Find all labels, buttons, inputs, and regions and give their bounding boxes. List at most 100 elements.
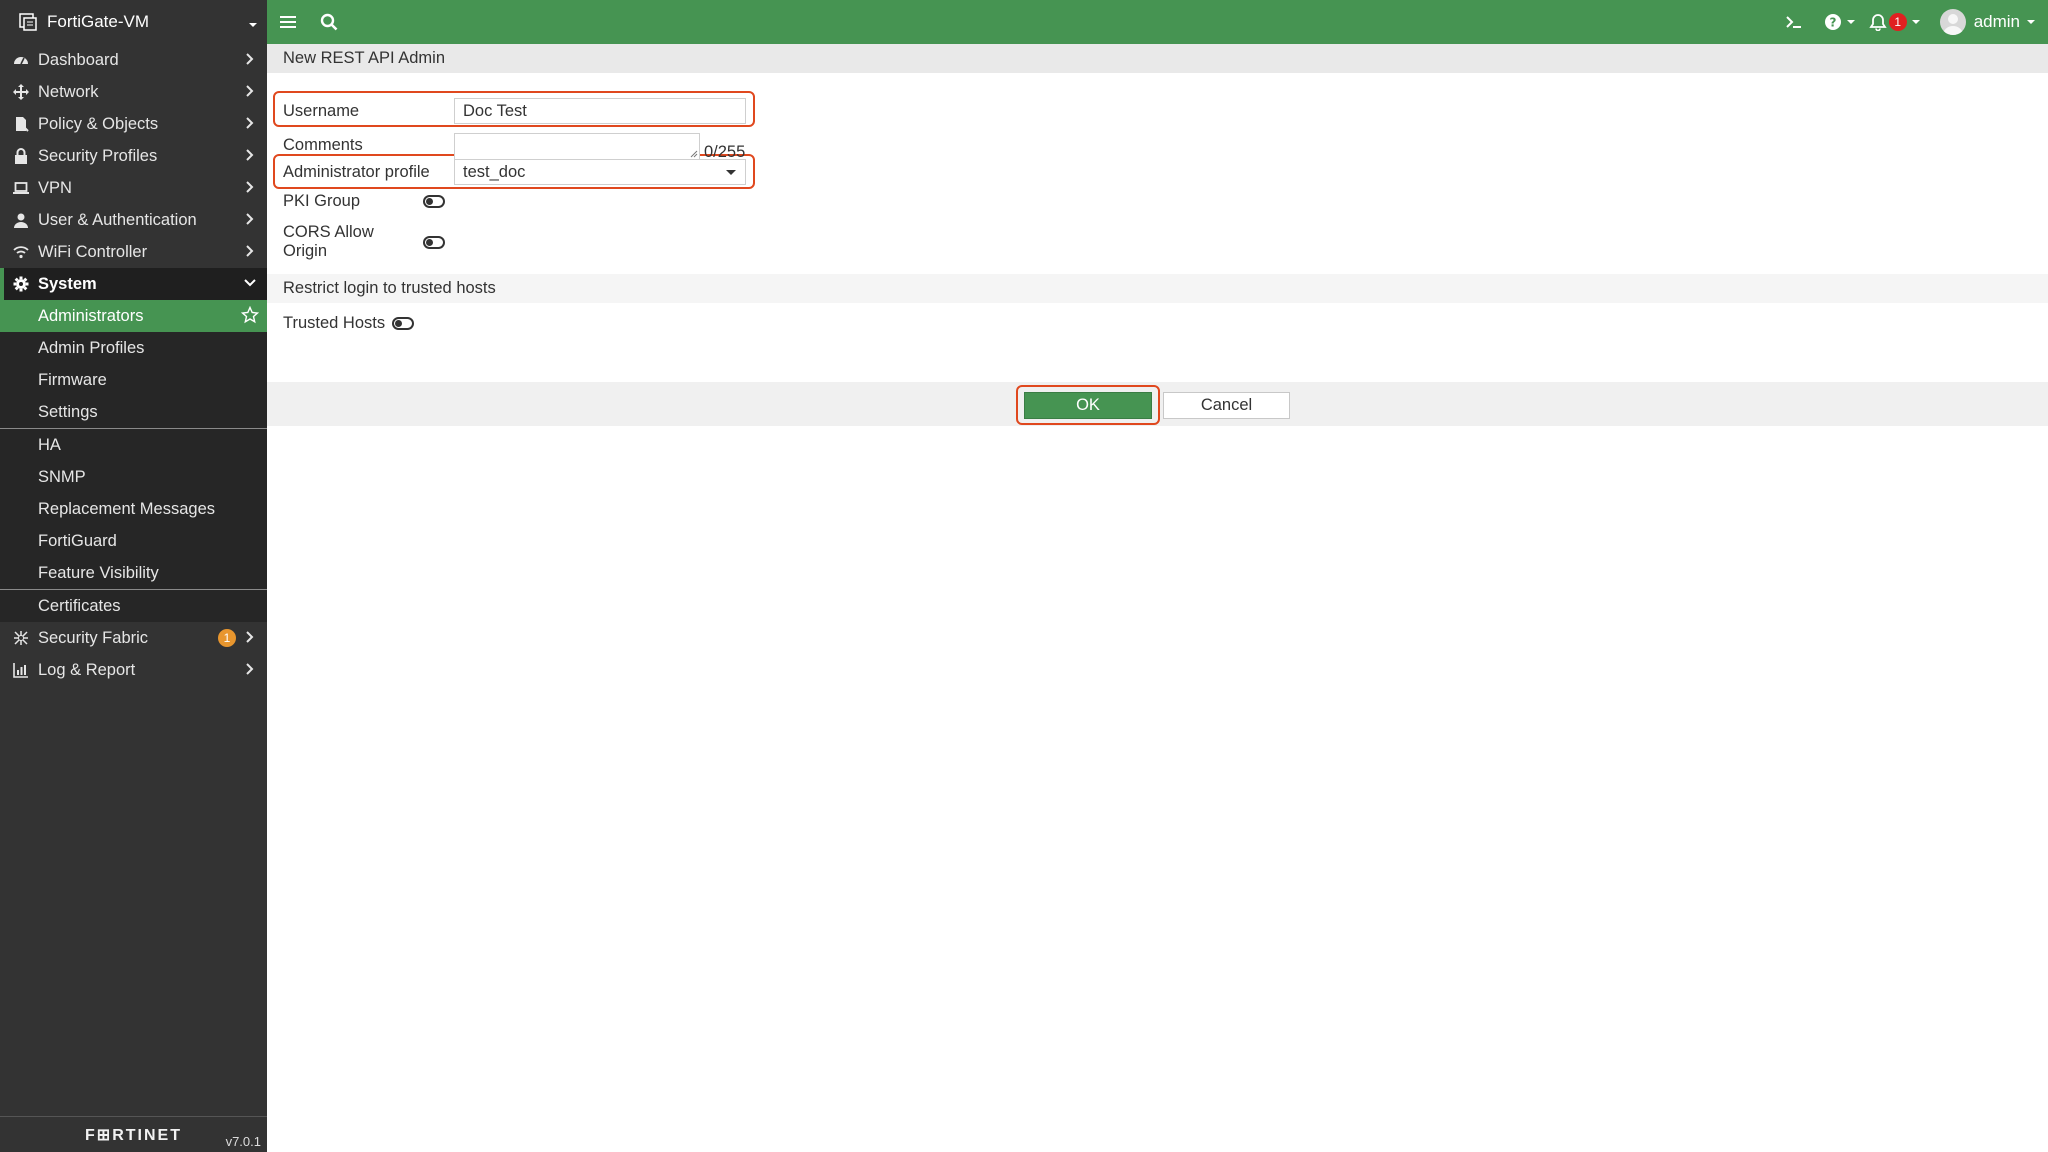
user-menu[interactable]: admin: [1926, 0, 2048, 44]
sidebar-item-label: Security Fabric: [38, 628, 149, 647]
sidebar-subitem-firmware[interactable]: Firmware: [0, 364, 267, 396]
chevron-down-icon: [244, 279, 256, 287]
policy-icon: [12, 115, 30, 133]
svg-text:?: ?: [1829, 16, 1836, 30]
caret-down-icon: [2027, 20, 2035, 24]
laptop-icon: [12, 179, 30, 197]
main-content: New REST API Admin Username Comments 0/2…: [267, 44, 2048, 1152]
notification-badge: 1: [1888, 13, 1907, 31]
cors-allow-origin-toggle[interactable]: [423, 235, 445, 249]
sidebar-item-policy-objects[interactable]: Policy & Objects: [0, 108, 267, 140]
caret-down-icon: [1911, 20, 1920, 24]
sidebar-item-dashboard[interactable]: Dashboard: [0, 44, 267, 76]
username-row: Username: [283, 98, 746, 124]
version-label: v7.0.1: [225, 1134, 261, 1149]
chart-icon: [12, 661, 30, 679]
username-input[interactable]: [454, 98, 746, 124]
sidebar-item-label: Network: [38, 82, 99, 101]
sidebar-subitem-feature-visibility[interactable]: Feature Visibility: [0, 557, 267, 589]
sidebar-item-log-report[interactable]: Log & Report: [0, 654, 267, 686]
network-icon: [12, 83, 30, 101]
gear-icon: [12, 275, 30, 293]
sidebar-subitem-label: HA: [38, 435, 61, 454]
username-label: admin: [1973, 12, 2020, 31]
chevron-right-icon: [246, 85, 254, 97]
cli-console-icon[interactable]: [1772, 0, 1816, 44]
restrict-login-section: Restrict login to trusted hosts: [267, 274, 2048, 303]
ok-button[interactable]: OK: [1024, 392, 1152, 419]
sidebar-subitem-administrators[interactable]: Administrators: [0, 300, 267, 332]
sidebar-subitem-label: Replacement Messages: [38, 499, 216, 518]
trusted-hosts-row: Trusted Hosts: [283, 314, 415, 333]
sidebar-item-vpn[interactable]: VPN: [0, 172, 267, 204]
chevron-right-icon: [246, 53, 254, 65]
sidebar-subitem-label: SNMP: [38, 467, 86, 486]
sidebar-item-label: WiFi Controller: [38, 242, 148, 261]
sidebar-subitem-label: FortiGuard: [38, 531, 117, 550]
cors-allow-origin-label: CORS Allow Origin: [283, 223, 374, 260]
chevron-right-icon: [246, 631, 254, 643]
pki-group-toggle[interactable]: [423, 195, 445, 208]
topbar: ? 1 admin: [267, 0, 2048, 44]
caret-down-icon: [726, 170, 736, 175]
sidebar-item-label: Security Profiles: [38, 146, 158, 165]
comments-textarea[interactable]: [454, 132, 700, 159]
hamburger-menu-icon[interactable]: [267, 0, 309, 44]
pki-group-row: PKI Group: [283, 192, 445, 211]
help-icon: ?: [1824, 14, 1841, 30]
sidebar-item-label: User & Authentication: [38, 210, 197, 229]
chevron-right-icon: [246, 181, 254, 193]
star-icon[interactable]: [240, 305, 260, 329]
chevron-right-icon: [246, 663, 254, 675]
chevron-right-icon: [246, 245, 254, 257]
chevron-right-icon: [246, 117, 254, 129]
lock-icon: [12, 147, 30, 165]
sidebar-subitem-fortiguard[interactable]: FortiGuard: [0, 525, 267, 557]
resize-handle-icon[interactable]: [690, 150, 698, 158]
comments-row: Comments 0/255: [283, 129, 745, 162]
sidebar-subitem-certificates[interactable]: Certificates: [0, 590, 267, 622]
security-fabric-icon: [12, 629, 30, 647]
chevron-right-icon: [246, 149, 254, 161]
sidebar-subitem-snmp[interactable]: SNMP: [0, 461, 267, 493]
sidebar-item-network[interactable]: Network: [0, 76, 267, 108]
sidebar-item-system[interactable]: System: [0, 268, 267, 300]
notifications-menu[interactable]: 1: [1864, 0, 1926, 44]
sidebar-item-label: Policy & Objects: [38, 114, 159, 133]
sidebar-subitem-admin-profiles[interactable]: Admin Profiles: [0, 332, 267, 364]
sidebar-item-label: VPN: [38, 178, 72, 197]
admin-profile-label: Administrator profile: [283, 162, 430, 181]
avatar: [1939, 9, 1966, 35]
admin-profile-select[interactable]: test_doc: [454, 159, 746, 185]
device-selector[interactable]: FortiGate-VM: [0, 0, 267, 44]
sidebar-item-security-fabric[interactable]: Security Fabric 1: [0, 622, 267, 654]
dashboard-icon: [12, 51, 30, 69]
caret-down-icon: [1846, 20, 1855, 24]
security-fabric-badge: 1: [218, 629, 236, 647]
sidebar-item-wifi-controller[interactable]: WiFi Controller: [0, 236, 267, 268]
sidebar-item-user-authentication[interactable]: User & Authentication: [0, 204, 267, 236]
page-title: New REST API Admin: [267, 44, 2048, 73]
sidebar-item-security-profiles[interactable]: Security Profiles: [0, 140, 267, 172]
user-icon: [12, 211, 30, 229]
help-menu[interactable]: ?: [1816, 0, 1864, 44]
cancel-button[interactable]: Cancel: [1163, 392, 1290, 419]
wifi-icon: [12, 243, 30, 261]
sidebar-subitem-label: Administrators: [38, 306, 144, 325]
sidebar-subitem-ha[interactable]: HA: [0, 429, 267, 461]
sidebar-subitem-label: Firmware: [38, 370, 107, 389]
sidebar-item-label: Dashboard: [38, 50, 119, 69]
trusted-hosts-toggle[interactable]: [392, 317, 415, 330]
search-icon[interactable]: [309, 0, 349, 44]
admin-profile-value: test_doc: [463, 162, 526, 181]
form-footer: OK Cancel: [267, 382, 2048, 426]
sidebar-subitem-label: Settings: [38, 402, 98, 421]
sidebar-subitem-settings[interactable]: Settings: [0, 396, 267, 428]
admin-profile-row: Administrator profile test_doc: [283, 159, 746, 185]
sidebar-subitem-label: Feature Visibility: [38, 563, 159, 582]
sidebar-subitem-replacement-messages[interactable]: Replacement Messages: [0, 493, 267, 525]
topbar-right: ? 1 admin: [1772, 0, 2048, 44]
device-icon: [17, 11, 39, 33]
sidebar-subitem-label: Admin Profiles: [38, 338, 145, 357]
sidebar-item-label: Log & Report: [38, 660, 136, 679]
